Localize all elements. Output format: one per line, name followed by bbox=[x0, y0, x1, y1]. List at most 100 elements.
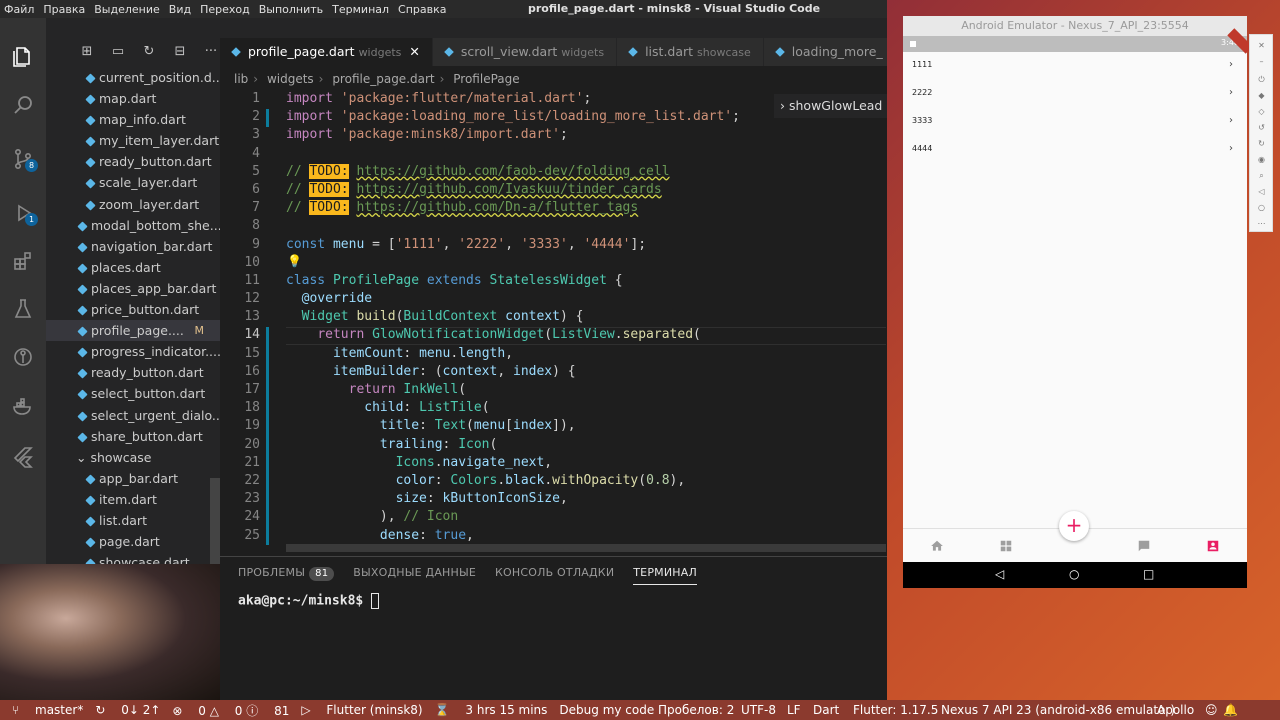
tree-file[interactable]: app_bar.dart bbox=[46, 468, 220, 489]
tree-file[interactable]: ready_button.dart bbox=[46, 362, 220, 383]
sync-item[interactable]: ↻ 0↓ 2↑ bbox=[95, 703, 160, 717]
refresh-icon[interactable]: ↻ bbox=[138, 42, 160, 60]
tree-file[interactable]: profile_page.... M bbox=[46, 320, 220, 342]
tree-file[interactable]: select_urgent_dialo... bbox=[46, 405, 220, 426]
tree-file[interactable]: scale_layer.dart bbox=[46, 172, 220, 193]
search-icon[interactable] bbox=[8, 90, 38, 120]
tree-file[interactable]: navigation_bar.dart bbox=[46, 236, 220, 257]
tab-output[interactable]: ВЫХОДНЫЕ ДАННЫЕ bbox=[353, 565, 476, 585]
more-actions-icon[interactable]: ··· bbox=[200, 42, 220, 60]
timer-item[interactable]: ⌛ 3 hrs 15 mins bbox=[435, 703, 548, 717]
home-icon[interactable] bbox=[928, 537, 946, 555]
list-item[interactable]: 3333 › bbox=[903, 108, 1247, 136]
encoding-item[interactable]: UTF-8 bbox=[741, 700, 776, 720]
feedback-icon[interactable]: ☺ bbox=[1205, 700, 1218, 720]
menu-item[interactable]: Правка bbox=[43, 3, 85, 16]
tree-file[interactable]: map.dart bbox=[46, 88, 220, 109]
sidebar-scrollbar[interactable] bbox=[210, 478, 220, 564]
menu-item[interactable]: Выполнить bbox=[259, 3, 323, 16]
tree-file[interactable]: places.dart bbox=[46, 257, 220, 278]
tree-file[interactable]: ready_button.dart bbox=[46, 151, 220, 172]
power-icon[interactable]: ⏻ bbox=[1257, 75, 1266, 84]
indent-item[interactable]: Пробелов: 2 bbox=[658, 700, 734, 720]
volume-down-icon[interactable]: ◇ bbox=[1257, 107, 1266, 116]
tree-file[interactable]: current_position.d... bbox=[46, 67, 220, 88]
problems-item[interactable]: ⊗ 0 △ 0 ⓘ 81 bbox=[172, 702, 289, 719]
menu-item[interactable]: Справка bbox=[398, 3, 446, 16]
tree-file[interactable]: price_button.dart bbox=[46, 299, 220, 320]
tree-file[interactable]: showcase.dart bbox=[46, 552, 220, 564]
list-item[interactable]: 1111 › bbox=[903, 52, 1247, 80]
tab-debug-console[interactable]: КОНСОЛЬ ОТЛАДКИ bbox=[495, 565, 614, 585]
debug-mode-item[interactable]: Debug my code bbox=[559, 703, 654, 717]
tree-file[interactable]: select_button.dart bbox=[46, 383, 220, 404]
apps-icon[interactable] bbox=[997, 537, 1015, 555]
git-lens-icon[interactable] bbox=[8, 342, 38, 372]
run-debug-icon[interactable]: 1 bbox=[8, 198, 38, 228]
add-fab-button[interactable]: + bbox=[1059, 511, 1089, 541]
rotate-left-icon[interactable]: ↺ bbox=[1257, 123, 1266, 132]
editor-tab[interactable]: loading_more_ bbox=[763, 38, 887, 66]
more-icon[interactable]: ⋯ bbox=[1257, 219, 1266, 228]
back-side-icon[interactable]: ◁ bbox=[1257, 187, 1266, 196]
tree-file[interactable]: zoom_layer.dart bbox=[46, 194, 220, 215]
device-item[interactable]: Nexus 7 API 23 (android-x86 emulator) bbox=[941, 700, 1175, 720]
list-item[interactable]: 2222 › bbox=[903, 80, 1247, 108]
chat-icon[interactable] bbox=[1135, 537, 1153, 555]
menu-item[interactable]: Выделение bbox=[94, 3, 160, 16]
breadcrumb-widgets[interactable]: widgets bbox=[267, 72, 314, 86]
menu-item[interactable]: Файл bbox=[4, 3, 34, 16]
tree-file[interactable]: item.dart bbox=[46, 489, 220, 510]
close-icon[interactable]: ✕ bbox=[1257, 41, 1266, 50]
notifications-icon[interactable]: 🔔 bbox=[1223, 700, 1238, 720]
editor-tab[interactable]: list.dart showcase bbox=[617, 38, 764, 66]
list-item[interactable]: 4444 › bbox=[903, 136, 1247, 164]
theme-item[interactable]: Apollo bbox=[1157, 700, 1194, 720]
tab-terminal[interactable]: ТЕРМИНАЛ bbox=[633, 565, 697, 585]
tree-file[interactable]: page.dart bbox=[46, 531, 220, 552]
flutter-icon[interactable] bbox=[8, 442, 38, 472]
tree-file[interactable]: share_button.dart bbox=[46, 426, 220, 447]
editor-tab[interactable]: scroll_view.dart widgets bbox=[432, 38, 618, 66]
zoom-icon[interactable]: ⌕ bbox=[1257, 171, 1266, 180]
minimize-icon[interactable]: – bbox=[1257, 57, 1266, 66]
tree-file[interactable]: progress_indicator.... bbox=[46, 341, 220, 362]
home-button-icon[interactable]: ○ bbox=[1069, 567, 1079, 581]
flutter-run-item[interactable]: ▷ Flutter (minsk8) bbox=[301, 703, 422, 717]
breadcrumb-file[interactable]: profile_page.dart bbox=[332, 72, 434, 86]
overview-icon[interactable]: □ bbox=[1143, 567, 1154, 581]
menu-item[interactable]: Вид bbox=[169, 3, 191, 16]
new-folder-icon[interactable]: ▭ bbox=[107, 42, 129, 60]
editor-tab[interactable]: profile_page.dart widgets ✕ bbox=[220, 38, 433, 66]
flutter-version-item[interactable]: Flutter: 1.17.5 bbox=[853, 700, 938, 720]
tree-file[interactable]: list.dart bbox=[46, 510, 220, 531]
new-file-icon[interactable]: ⊞ bbox=[76, 42, 98, 60]
rotate-right-icon[interactable]: ↻ bbox=[1257, 139, 1266, 148]
tree-file[interactable]: my_item_layer.dart bbox=[46, 130, 220, 151]
menu-item[interactable]: Терминал bbox=[332, 3, 389, 16]
tree-folder[interactable]: ⌄ showcase bbox=[46, 447, 220, 468]
editor-horizontal-scrollbar[interactable] bbox=[286, 544, 886, 552]
code-editor[interactable]: import 'package:flutter/material.dart'; … bbox=[286, 90, 886, 545]
back-icon[interactable]: ◁ bbox=[995, 567, 1004, 581]
sticky-outline-hint[interactable]: › showGlowLead bbox=[774, 94, 887, 118]
branch-item[interactable]: ⑂ master* bbox=[12, 703, 83, 717]
source-control-icon[interactable]: 8 bbox=[8, 144, 38, 174]
menu-item[interactable]: Переход bbox=[200, 3, 250, 16]
extensions-icon[interactable] bbox=[8, 246, 38, 276]
breadcrumb-lib[interactable]: lib bbox=[234, 72, 248, 86]
terminal-prompt[interactable]: aka@pc:~/minsk8$ bbox=[238, 593, 380, 609]
profile-icon[interactable] bbox=[1204, 537, 1222, 555]
breadcrumb-symbol[interactable]: ProfilePage bbox=[453, 72, 519, 86]
eol-item[interactable]: LF bbox=[787, 700, 801, 720]
screenshot-icon[interactable]: ◉ bbox=[1257, 155, 1266, 164]
tab-problems[interactable]: ПРОБЛЕМЫ 81 bbox=[238, 565, 335, 585]
volume-up-icon[interactable]: ◆ bbox=[1257, 91, 1266, 100]
tree-file[interactable]: map_info.dart bbox=[46, 109, 220, 130]
language-item[interactable]: Dart bbox=[813, 700, 839, 720]
docker-icon[interactable] bbox=[8, 392, 38, 422]
close-icon[interactable]: ✕ bbox=[409, 44, 419, 59]
tree-file[interactable]: places_app_bar.dart bbox=[46, 278, 220, 299]
tree-file[interactable]: modal_bottom_she... bbox=[46, 215, 220, 236]
testing-icon[interactable] bbox=[8, 294, 38, 324]
